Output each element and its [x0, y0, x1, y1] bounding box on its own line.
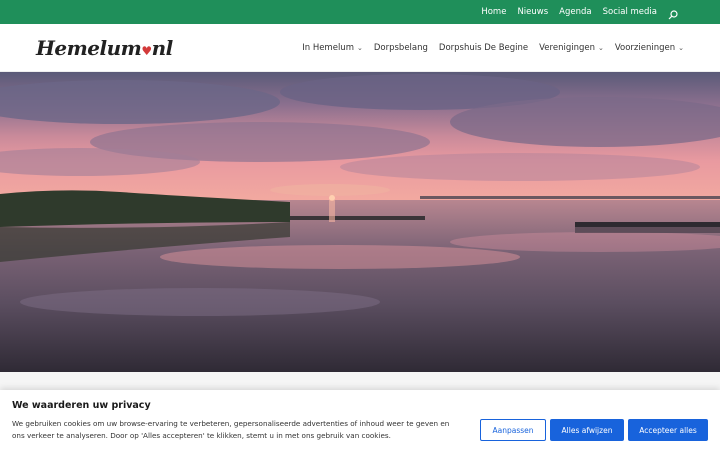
accept-all-button[interactable]: Accepteer alles [628, 419, 708, 441]
topbar-link-agenda[interactable]: Agenda [559, 7, 591, 17]
chevron-down-icon: ⌄ [678, 44, 684, 52]
logo-text: Hemelum [36, 36, 142, 60]
nav-item-voorzieningen[interactable]: Voorzieningen ⌄ [615, 43, 684, 53]
topbar-link-social-media[interactable]: Social media [603, 7, 657, 17]
heart-icon: ♥ [141, 44, 152, 58]
cookie-title: We waarderen uw privacy [12, 400, 151, 411]
site-logo[interactable]: Hemelum♥nl [36, 36, 173, 60]
site-header: Hemelum♥nl In Hemelum ⌄ Dorpsbelang Dorp… [0, 24, 720, 72]
nav-item-in-hemelum[interactable]: In Hemelum ⌄ [302, 43, 363, 53]
nav-label: Dorpshuis De Begine [438, 43, 529, 53]
chevron-down-icon: ⌄ [356, 44, 363, 52]
top-bar: Home Nieuws Agenda Social media [0, 0, 720, 24]
topbar-link-nieuws[interactable]: Nieuws [517, 7, 548, 17]
hero-image [0, 72, 720, 372]
chevron-down-icon: ⌄ [597, 44, 604, 52]
nav-item-dorpshuis[interactable]: Dorpshuis De Begine [439, 43, 528, 53]
nav-label: In Hemelum [302, 43, 354, 53]
topbar-link-home[interactable]: Home [481, 7, 506, 17]
search-icon[interactable] [668, 7, 678, 20]
logo-suffix: nl [151, 36, 174, 60]
nav-item-dorpsbelang[interactable]: Dorpsbelang [374, 43, 428, 53]
nav-item-verenigingen[interactable]: Verenigingen ⌄ [539, 43, 604, 53]
nav-label: Dorpsbelang [373, 43, 428, 53]
nav-label: Voorzieningen [614, 43, 676, 53]
cookie-text: We gebruiken cookies om uw browse-ervari… [12, 419, 450, 440]
main-nav: In Hemelum ⌄ Dorpsbelang Dorpshuis De Be… [302, 24, 684, 72]
customize-button[interactable]: Aanpassen [480, 419, 546, 441]
nav-label: Verenigingen [539, 43, 595, 53]
reject-all-button[interactable]: Alles afwijzen [550, 419, 624, 441]
